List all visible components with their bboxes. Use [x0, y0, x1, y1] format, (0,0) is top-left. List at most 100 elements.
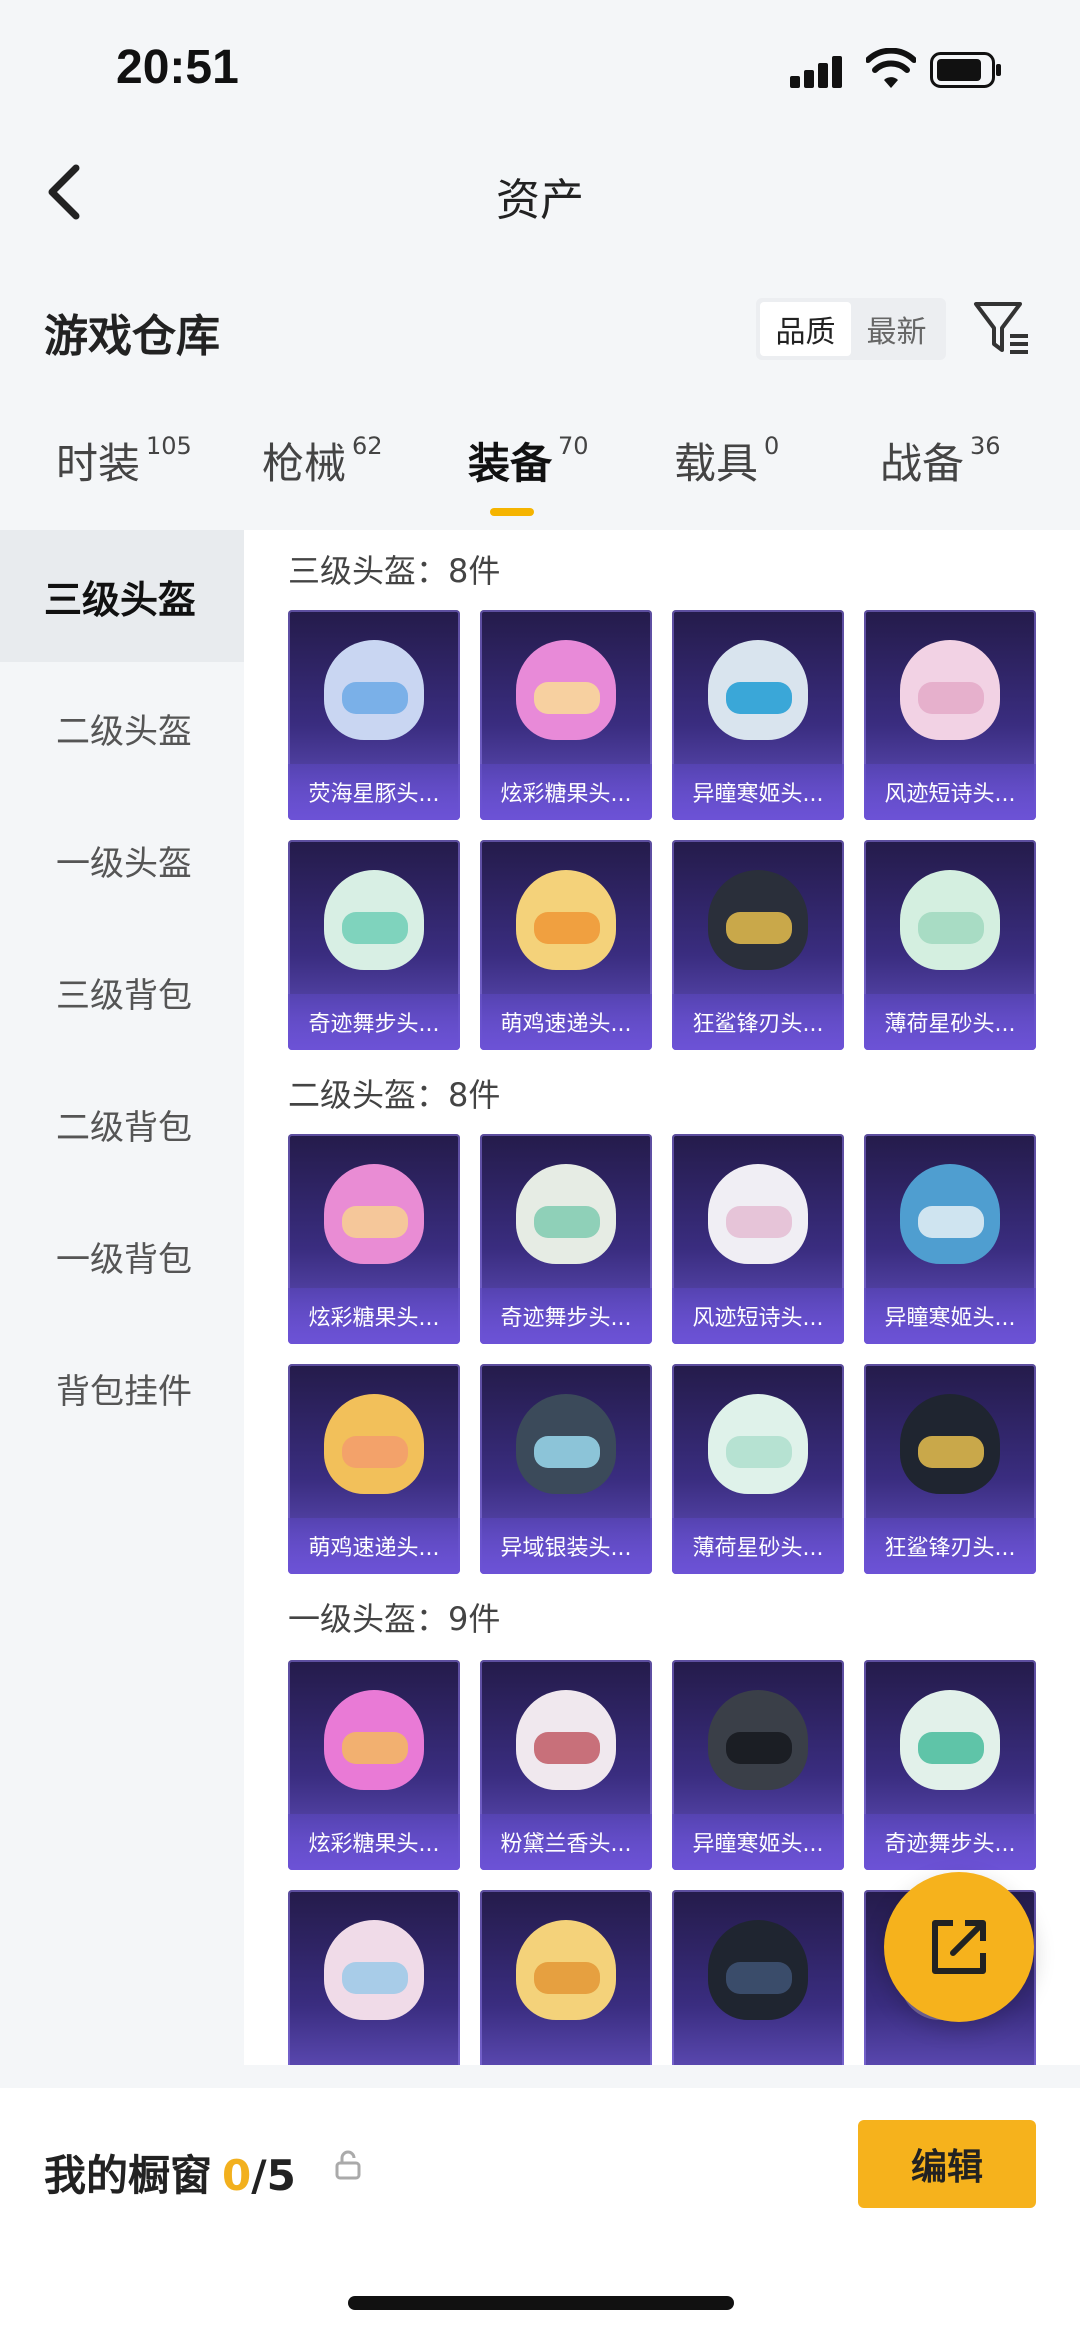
item-card[interactable]: 奇迹舞步头...: [480, 1134, 652, 1344]
category-tabs: 时装 105 枪械 62 装备 70 载具 0 战备 36: [0, 430, 1080, 530]
item-card[interactable]: 炫彩糖果头...: [480, 610, 652, 820]
item-name: 风迹短诗头...: [672, 1288, 844, 1344]
helmet-visor: [342, 1436, 408, 1468]
item-card[interactable]: 风迹短诗头...: [672, 1134, 844, 1344]
nav-bar: 资产: [0, 140, 1080, 250]
helmet-visor: [918, 1206, 984, 1238]
home-indicator: [348, 2296, 734, 2310]
helmet-visor: [342, 682, 408, 714]
item-card[interactable]: 炫彩糖果头...: [288, 1134, 460, 1344]
helmet-visor: [726, 1962, 792, 1994]
helmet-visor: [726, 682, 792, 714]
item-card[interactable]: 风迹短诗头...: [864, 610, 1036, 820]
helmet-visor: [918, 682, 984, 714]
item-card[interactable]: [288, 1890, 460, 2065]
sidebar-item-level2-backpack[interactable]: 二级背包: [0, 1058, 244, 1190]
item-name: 奇迹舞步头...: [480, 1288, 652, 1344]
tab-count: 0: [764, 432, 780, 460]
page-title: 资产: [496, 175, 584, 226]
warehouse-title: 游戏仓库: [44, 311, 220, 362]
tab-label: 枪械: [262, 439, 347, 488]
item-name: 萌鸡速递头...: [288, 1518, 460, 1574]
sort-quality-button[interactable]: 品质: [760, 302, 851, 356]
item-card[interactable]: 荧海星豚头...: [288, 610, 460, 820]
item-card[interactable]: 薄荷星砂头...: [864, 840, 1036, 1050]
helmet-visor: [918, 1436, 984, 1468]
item-card[interactable]: 异瞳寒姬头...: [864, 1134, 1036, 1344]
item-name: 风迹短诗头...: [864, 764, 1036, 820]
item-name: 荧海星豚头...: [288, 764, 460, 820]
item-card[interactable]: 炫彩糖果头...: [288, 1660, 460, 1870]
item-card[interactable]: 异瞳寒姬头...: [672, 610, 844, 820]
cellular-signal-icon: [790, 56, 846, 88]
section-title: 一级头盔：9件: [288, 1600, 501, 1638]
item-card[interactable]: 奇迹舞步头...: [288, 840, 460, 1050]
item-name: 炫彩糖果头...: [288, 1814, 460, 1870]
tab-label: 装备: [468, 439, 553, 488]
sidebar-item-level3-helmet[interactable]: 三级头盔: [0, 530, 244, 662]
lock-icon: [335, 2150, 361, 2180]
sidebar-item-level1-backpack[interactable]: 一级背包: [0, 1190, 244, 1322]
helmet-visor: [534, 1436, 600, 1468]
item-name: 狂鲨锋刃头...: [672, 994, 844, 1050]
sidebar-item-level3-backpack[interactable]: 三级背包: [0, 926, 244, 1058]
helmet-visor: [342, 912, 408, 944]
item-card[interactable]: 异瞳寒姬头...: [672, 1660, 844, 1870]
helmet-visor: [534, 1732, 600, 1764]
helmet-visor: [726, 1732, 792, 1764]
showcase-summary: 我的橱窗 0 /5: [44, 2142, 296, 2203]
filter-icon[interactable]: [970, 296, 1034, 360]
item-name: 粉黛兰香头...: [480, 1814, 652, 1870]
active-tab-indicator: [490, 508, 534, 516]
status-bar: 20:51: [0, 0, 1080, 140]
showcase-total: /5: [251, 2151, 296, 2200]
tab-fashion[interactable]: 时装 105: [56, 430, 192, 491]
sidebar-item-level2-helmet[interactable]: 二级头盔: [0, 662, 244, 794]
tab-label: 载具: [674, 439, 759, 488]
sidebar: 三级头盔 二级头盔 一级头盔 三级背包 二级背包 一级背包 背包挂件: [0, 530, 244, 2065]
showcase-label: 我的橱窗: [44, 2151, 213, 2200]
helmet-visor: [534, 1962, 600, 1994]
sort-toggle: 品质 最新: [756, 298, 946, 360]
share-icon: [932, 1920, 986, 1974]
item-card[interactable]: 萌鸡速递头...: [288, 1364, 460, 1574]
helmet-visor: [726, 1206, 792, 1238]
helmet-visor: [918, 912, 984, 944]
item-name: 异瞳寒姬头...: [672, 764, 844, 820]
sidebar-item-level1-helmet[interactable]: 一级头盔: [0, 794, 244, 926]
item-card[interactable]: 粉黛兰香头...: [480, 1660, 652, 1870]
helmet-visor: [918, 1732, 984, 1764]
item-card[interactable]: 狂鲨锋刃头...: [672, 840, 844, 1050]
section-title: 二级头盔：8件: [288, 1076, 501, 1114]
item-name: 狂鲨锋刃头...: [864, 1518, 1036, 1574]
helmet-visor: [534, 682, 600, 714]
tab-label: 时装: [56, 439, 141, 488]
tab-label: 战备: [880, 439, 965, 488]
item-card[interactable]: 奇迹舞步头...: [864, 1660, 1036, 1870]
item-name: 异瞳寒姬头...: [672, 1814, 844, 1870]
tab-count: 36: [970, 432, 1001, 460]
item-card[interactable]: 萌鸡速递头...: [480, 840, 652, 1050]
edit-button[interactable]: 编辑: [858, 2120, 1036, 2208]
item-card[interactable]: 薄荷星砂头...: [672, 1364, 844, 1574]
share-button[interactable]: [884, 1872, 1034, 2022]
tab-vehicles[interactable]: 载具 0: [674, 430, 779, 491]
item-card[interactable]: [480, 1890, 652, 2065]
helmet-visor: [726, 912, 792, 944]
item-card[interactable]: 异域银装头...: [480, 1364, 652, 1574]
tab-firearms[interactable]: 枪械 62: [262, 430, 383, 491]
sort-latest-button[interactable]: 最新: [851, 302, 942, 356]
tab-count: 62: [352, 432, 383, 460]
item-name: 炫彩糖果头...: [288, 1288, 460, 1344]
sidebar-item-backpack-charm[interactable]: 背包挂件: [0, 1322, 244, 1454]
section-title: 三级头盔：8件: [288, 552, 501, 590]
item-card[interactable]: [672, 1890, 844, 2065]
showcase-count: 0: [222, 2151, 252, 2200]
wifi-icon: [866, 48, 916, 88]
tab-battle-gear[interactable]: 战备 36: [880, 430, 1001, 491]
tab-equipment[interactable]: 装备 70: [468, 430, 589, 491]
item-name: 奇迹舞步头...: [288, 994, 460, 1050]
item-card[interactable]: 狂鲨锋刃头...: [864, 1364, 1036, 1574]
helmet-visor: [534, 1206, 600, 1238]
item-name: 异域银装头...: [480, 1518, 652, 1574]
